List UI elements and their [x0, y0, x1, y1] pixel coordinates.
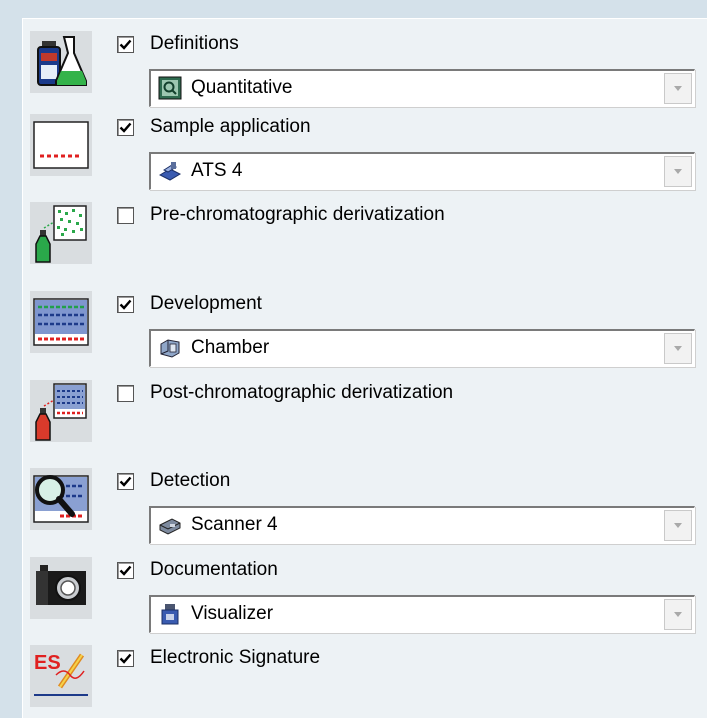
chevron-down-icon[interactable] — [664, 73, 692, 104]
definitions-dropdown-value: Quantitative — [191, 77, 293, 98]
quantitative-icon — [158, 76, 182, 100]
definitions-dropdown[interactable]: Quantitative — [149, 69, 695, 107]
scanner-icon — [158, 513, 182, 537]
pre-derivatization-icon — [30, 202, 92, 264]
development-checkbox[interactable] — [117, 296, 134, 313]
ats-instrument-icon — [158, 159, 182, 183]
electronic-signature-icon: ES — [30, 645, 92, 707]
development-dropdown-value: Chamber — [191, 337, 270, 358]
step-electronic-signature: ES Electronic Signature — [23, 645, 707, 715]
sample-application-label: Sample application — [150, 116, 311, 137]
documentation-dropdown-value: Visualizer — [191, 603, 274, 624]
definitions-checkbox[interactable] — [117, 36, 134, 53]
visualizer-icon — [158, 602, 182, 626]
flasks-icon — [30, 31, 92, 93]
sample-application-dropdown-value: ATS 4 — [191, 160, 243, 181]
post-derivatization-icon — [30, 380, 92, 442]
step-post-derivatization: Post-chromatographic derivatization — [23, 380, 707, 460]
step-pre-derivatization: Pre-chromatographic derivatization — [23, 202, 707, 282]
detection-dropdown-value: Scanner 4 — [191, 514, 278, 535]
detection-dropdown[interactable]: Scanner 4 — [149, 506, 695, 544]
electronic-signature-checkbox[interactable] — [117, 650, 134, 667]
step-detection: Detection Scanner 4 — [23, 468, 707, 548]
chevron-down-icon[interactable] — [664, 156, 692, 187]
detection-magnifier-icon — [30, 468, 92, 530]
workflow-panel: Definitions Quantitative Sample applicat… — [22, 18, 707, 718]
definitions-label: Definitions — [150, 33, 239, 54]
sample-plate-icon — [30, 114, 92, 176]
post-derivatization-label: Post-chromatographic derivatization — [150, 382, 454, 403]
step-documentation: Documentation Visualizer — [23, 557, 707, 637]
svg-text:ES: ES — [34, 652, 61, 674]
documentation-label: Documentation — [150, 559, 278, 580]
development-label: Development — [150, 293, 262, 314]
detection-label: Detection — [150, 470, 231, 491]
sample-application-dropdown[interactable]: ATS 4 — [149, 152, 695, 190]
chamber-icon — [158, 336, 182, 360]
pre-derivatization-checkbox[interactable] — [117, 207, 134, 224]
post-derivatization-checkbox[interactable] — [117, 385, 134, 402]
development-plate-icon — [30, 291, 92, 353]
camera-icon — [30, 557, 92, 619]
step-sample-application: Sample application ATS 4 — [23, 114, 707, 194]
step-definitions: Definitions Quantitative — [23, 31, 707, 111]
documentation-checkbox[interactable] — [117, 562, 134, 579]
detection-checkbox[interactable] — [117, 473, 134, 490]
chevron-down-icon[interactable] — [664, 333, 692, 364]
chevron-down-icon[interactable] — [664, 510, 692, 541]
chevron-down-icon[interactable] — [664, 599, 692, 630]
development-dropdown[interactable]: Chamber — [149, 329, 695, 367]
electronic-signature-label: Electronic Signature — [150, 647, 321, 668]
sample-application-checkbox[interactable] — [117, 119, 134, 136]
step-development: Development Chamber — [23, 291, 707, 371]
documentation-dropdown[interactable]: Visualizer — [149, 595, 695, 633]
pre-derivatization-label: Pre-chromatographic derivatization — [150, 204, 445, 225]
